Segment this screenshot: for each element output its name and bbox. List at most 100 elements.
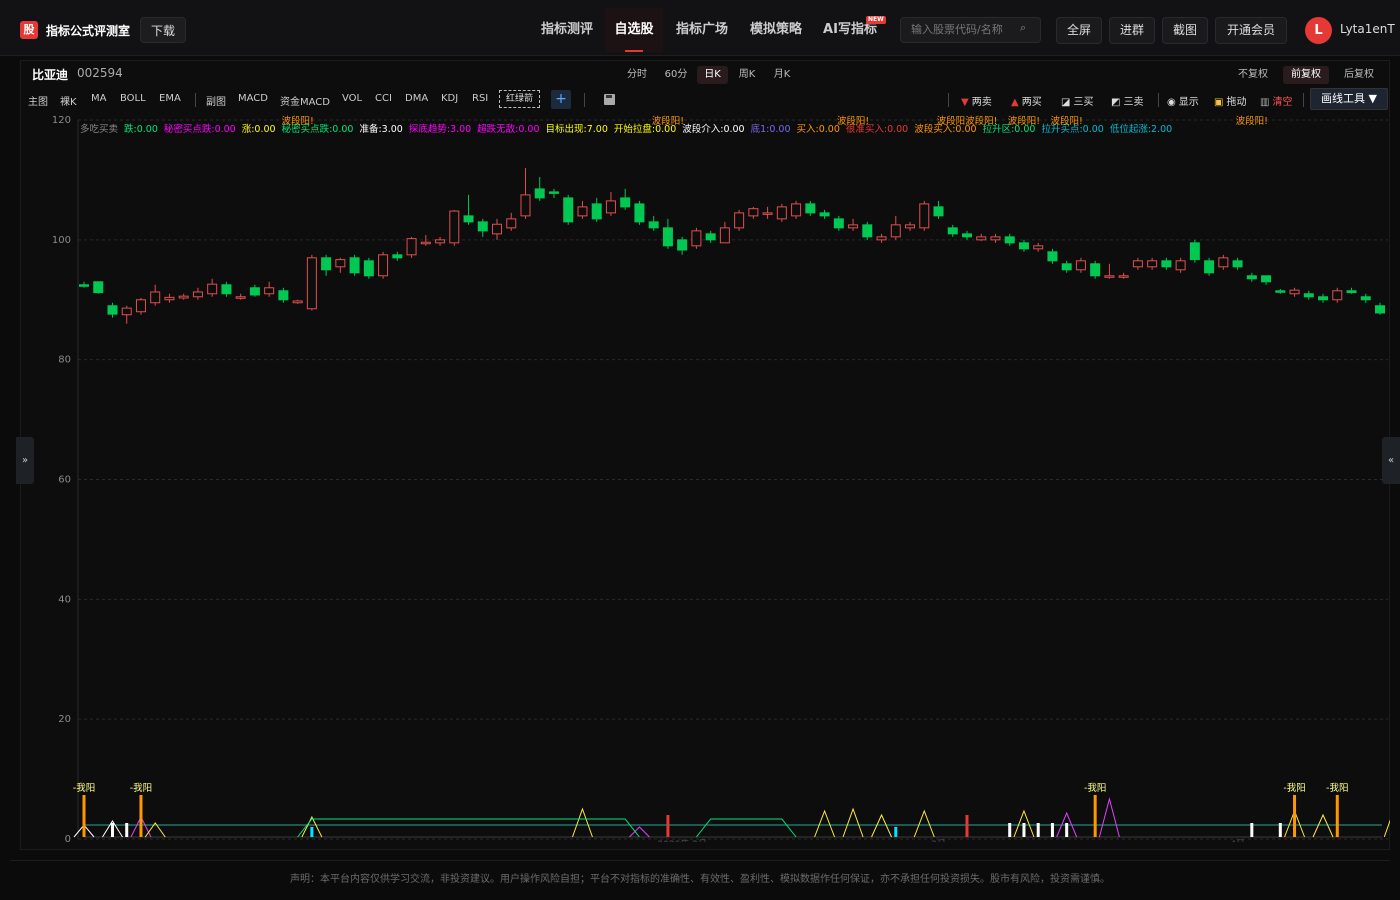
brand-title[interactable]: 指标公式评测室 [46, 22, 130, 39]
nav-indicator-plaza[interactable]: 指标广场 [666, 8, 738, 52]
indicator-bar [139, 795, 143, 837]
divider [1303, 93, 1304, 107]
ind-bare-k[interactable]: 裸K [60, 93, 77, 108]
line-icon: ◪ [1061, 97, 1071, 108]
candle-body [1161, 260, 1172, 268]
candle-body [947, 227, 958, 235]
indicator-plateau [696, 818, 797, 838]
candle-body [719, 227, 730, 244]
candle-body [192, 291, 203, 298]
eye-icon: ◉ [1167, 97, 1176, 108]
candle-body [805, 203, 816, 214]
nav-watchlist[interactable]: 自选股 [605, 8, 663, 52]
adjust-forward[interactable]: 前复权 [1283, 66, 1329, 84]
indicator-bar [1008, 823, 1012, 837]
indicator-peak [1098, 797, 1120, 838]
candle-body [435, 239, 446, 244]
candle-body [833, 218, 844, 229]
tool-two-sell[interactable]: ▼ 两卖 [961, 93, 992, 108]
kline-chart[interactable]: 0 20 40 60 80 100 120 多吃买卖 跌:0.00 秘密买点跌:0.00 涨:0.… [20, 112, 1390, 842]
ind-kdj[interactable]: KDJ [441, 93, 458, 104]
legend-item: 目标出现:7.00 [546, 123, 608, 135]
ind-rsi[interactable]: RSI [472, 93, 488, 104]
avatar[interactable]: L [1305, 17, 1332, 44]
adjust-none[interactable]: 不复权 [1232, 66, 1274, 84]
line-icon: ◩ [1111, 97, 1121, 108]
candle-body [264, 287, 275, 295]
period-intraday[interactable]: 分时 [623, 66, 651, 84]
ind-red-green-arrow[interactable]: 红绿箭 [499, 90, 540, 108]
ind-boll[interactable]: BOLL [120, 93, 146, 104]
username[interactable]: Lyta1enT [1340, 22, 1395, 36]
nav-ai-indicator[interactable]: AI写指标 [815, 8, 885, 52]
draw-tool-menu[interactable]: 画线工具 ▼ [1310, 88, 1388, 110]
y-tick-label: 20 [58, 714, 71, 725]
bottom-label: -我阳 [1283, 783, 1305, 794]
ind-main[interactable]: 主图 [28, 93, 48, 108]
period-daily[interactable]: 日K [697, 66, 728, 84]
add-indicator-button[interactable]: + [551, 90, 571, 109]
bottom-label: -我阳 [73, 783, 95, 794]
join-group-button[interactable]: 进群 [1109, 17, 1155, 44]
candle-body [648, 221, 659, 229]
y-axis: 0 20 40 60 80 100 120 [52, 115, 71, 842]
candle-body [378, 254, 389, 277]
bottom-indicator: -我阳 -我阳 -我阳 -我阳 -我阳 [73, 783, 1390, 838]
expand-left-button[interactable]: » [16, 437, 34, 484]
nav-indicator-review[interactable]: 指标测评 [528, 8, 606, 52]
ind-macd[interactable]: MACD [238, 93, 268, 104]
candle-body [1332, 290, 1343, 301]
tool-three-sell[interactable]: ◩ 三卖 [1111, 93, 1143, 108]
candle-body [292, 300, 303, 304]
ind-cci[interactable]: CCI [375, 93, 392, 104]
ind-sub[interactable]: 副图 [206, 93, 226, 108]
search-icon[interactable]: ⌕ [1020, 22, 1031, 33]
indicator-peak [842, 807, 864, 838]
candle-body [1375, 305, 1385, 314]
download-button[interactable]: 下载 [140, 17, 187, 43]
candle-body [1360, 296, 1371, 301]
candle-body [876, 236, 887, 241]
tool-three-buy[interactable]: ◪ 三买 [1061, 93, 1093, 108]
ind-fund-macd[interactable]: 资金MACD [280, 93, 330, 108]
candle-body [1004, 236, 1015, 244]
save-icon[interactable] [604, 94, 615, 105]
legend-item: 买入:0.00 [797, 124, 840, 135]
ind-ema[interactable]: EMA [159, 93, 181, 104]
ind-vol[interactable]: VOL [342, 93, 362, 104]
screenshot-button[interactable]: 截图 [1162, 17, 1208, 44]
tool-clear[interactable]: ▥ 清空 [1260, 93, 1292, 108]
tool-two-buy[interactable]: ▲ 两买 [1011, 93, 1042, 108]
fullscreen-button[interactable]: 全屏 [1056, 17, 1102, 44]
indicator-bar [1065, 823, 1069, 837]
tool-drag[interactable]: ▣ 拖动 [1214, 93, 1246, 108]
expand-right-button[interactable]: « [1382, 437, 1400, 484]
ind-dma[interactable]: DMA [405, 93, 428, 104]
period-weekly[interactable]: 周K [733, 66, 761, 84]
grid-lines [77, 119, 1388, 840]
candle-body [705, 233, 716, 241]
candle-body [620, 197, 631, 208]
candle-body [207, 283, 218, 295]
nav-sim-strategy[interactable]: 模拟策略 [740, 8, 812, 52]
candle-body [819, 212, 830, 217]
logo-icon[interactable]: 股 [20, 21, 38, 39]
period-60min[interactable]: 60分 [660, 66, 692, 84]
tool-label: 两卖 [971, 97, 992, 108]
stock-name: 比亚迪 [32, 68, 69, 82]
membership-button[interactable]: 开通会员 [1215, 17, 1287, 44]
trash-icon: ▥ [1260, 97, 1270, 108]
candle-body [249, 287, 260, 296]
adjust-backward[interactable]: 后复权 [1338, 66, 1380, 84]
candle-body [1204, 260, 1215, 274]
candle-body [492, 223, 503, 235]
disclaimer: 声明：本平台内容仅供学习交流，非投资建议。用户操作风险自担；平台不对指标的准确性… [290, 874, 1110, 885]
legend-item: 涨:0.00 [242, 124, 276, 135]
period-monthly[interactable]: 月K [768, 66, 796, 84]
candle-body [477, 221, 488, 232]
tool-show[interactable]: ◉ 显示 [1167, 93, 1199, 108]
candle-body [1218, 257, 1229, 268]
indicator-peak [913, 809, 935, 838]
candle-body [235, 296, 246, 299]
ind-ma[interactable]: MA [91, 93, 106, 104]
